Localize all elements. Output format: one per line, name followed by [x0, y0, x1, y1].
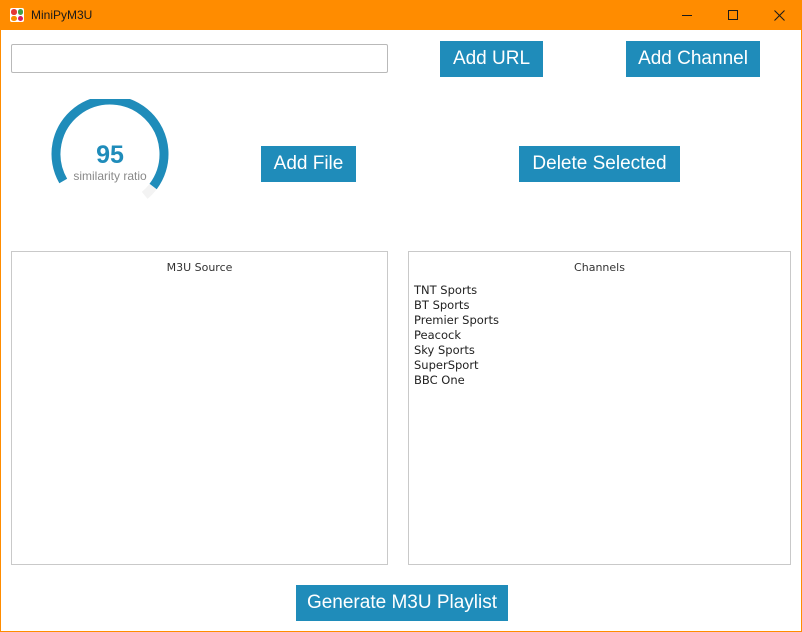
main-window: Add URL Add Channel 95 similarity ratio … — [1, 30, 801, 631]
channel-list-item[interactable]: SuperSport — [414, 358, 499, 373]
gauge-value: 95 — [96, 141, 124, 169]
channels-panel[interactable]: Channels TNT Sports BT Sports Premier Spor… — [408, 251, 791, 565]
delete-selected-button[interactable]: Delete Selected — [519, 146, 680, 182]
add-file-button[interactable]: Add File — [261, 146, 356, 182]
gauge-label: similarity ratio — [73, 169, 147, 183]
close-icon — [773, 9, 785, 21]
title-bar[interactable]: MiniPyM3U — [0, 0, 802, 30]
generate-playlist-button[interactable]: Generate M3U Playlist — [296, 585, 508, 621]
url-input[interactable] — [11, 44, 388, 73]
channel-list-item[interactable]: BBC One — [414, 373, 499, 388]
maximize-icon — [727, 9, 738, 20]
channels-title: Channels — [574, 261, 625, 274]
window-title: MiniPyM3U — [31, 8, 93, 22]
app-icon — [10, 8, 24, 22]
channel-list-item[interactable]: TNT Sports — [414, 283, 499, 298]
channel-list-item[interactable]: Sky Sports — [414, 343, 499, 358]
app-icon-dot — [17, 9, 23, 15]
minimize-icon — [681, 14, 692, 16]
m3u-source-title: M3U Source — [166, 261, 233, 274]
minimize-button[interactable] — [664, 0, 710, 30]
app-icon-dot — [17, 15, 23, 21]
channel-list[interactable]: TNT Sports BT Sports Premier Sports Peacock… — [414, 283, 499, 388]
add-channel-button[interactable]: Add Channel — [626, 41, 760, 77]
channel-list-item[interactable]: Peacock — [414, 328, 499, 343]
add-url-button[interactable]: Add URL — [440, 41, 543, 77]
maximize-button[interactable] — [710, 0, 756, 30]
similarity-ratio-gauge[interactable]: 95 similarity ratio — [45, 95, 175, 209]
channel-list-item[interactable]: BT Sports — [414, 298, 499, 313]
app-icon-dot — [11, 15, 17, 21]
app-icon-dot — [11, 9, 17, 15]
m3u-source-panel[interactable]: M3U Source — [11, 251, 388, 565]
channel-list-item[interactable]: Premier Sports — [414, 313, 499, 328]
close-button[interactable] — [756, 0, 802, 30]
